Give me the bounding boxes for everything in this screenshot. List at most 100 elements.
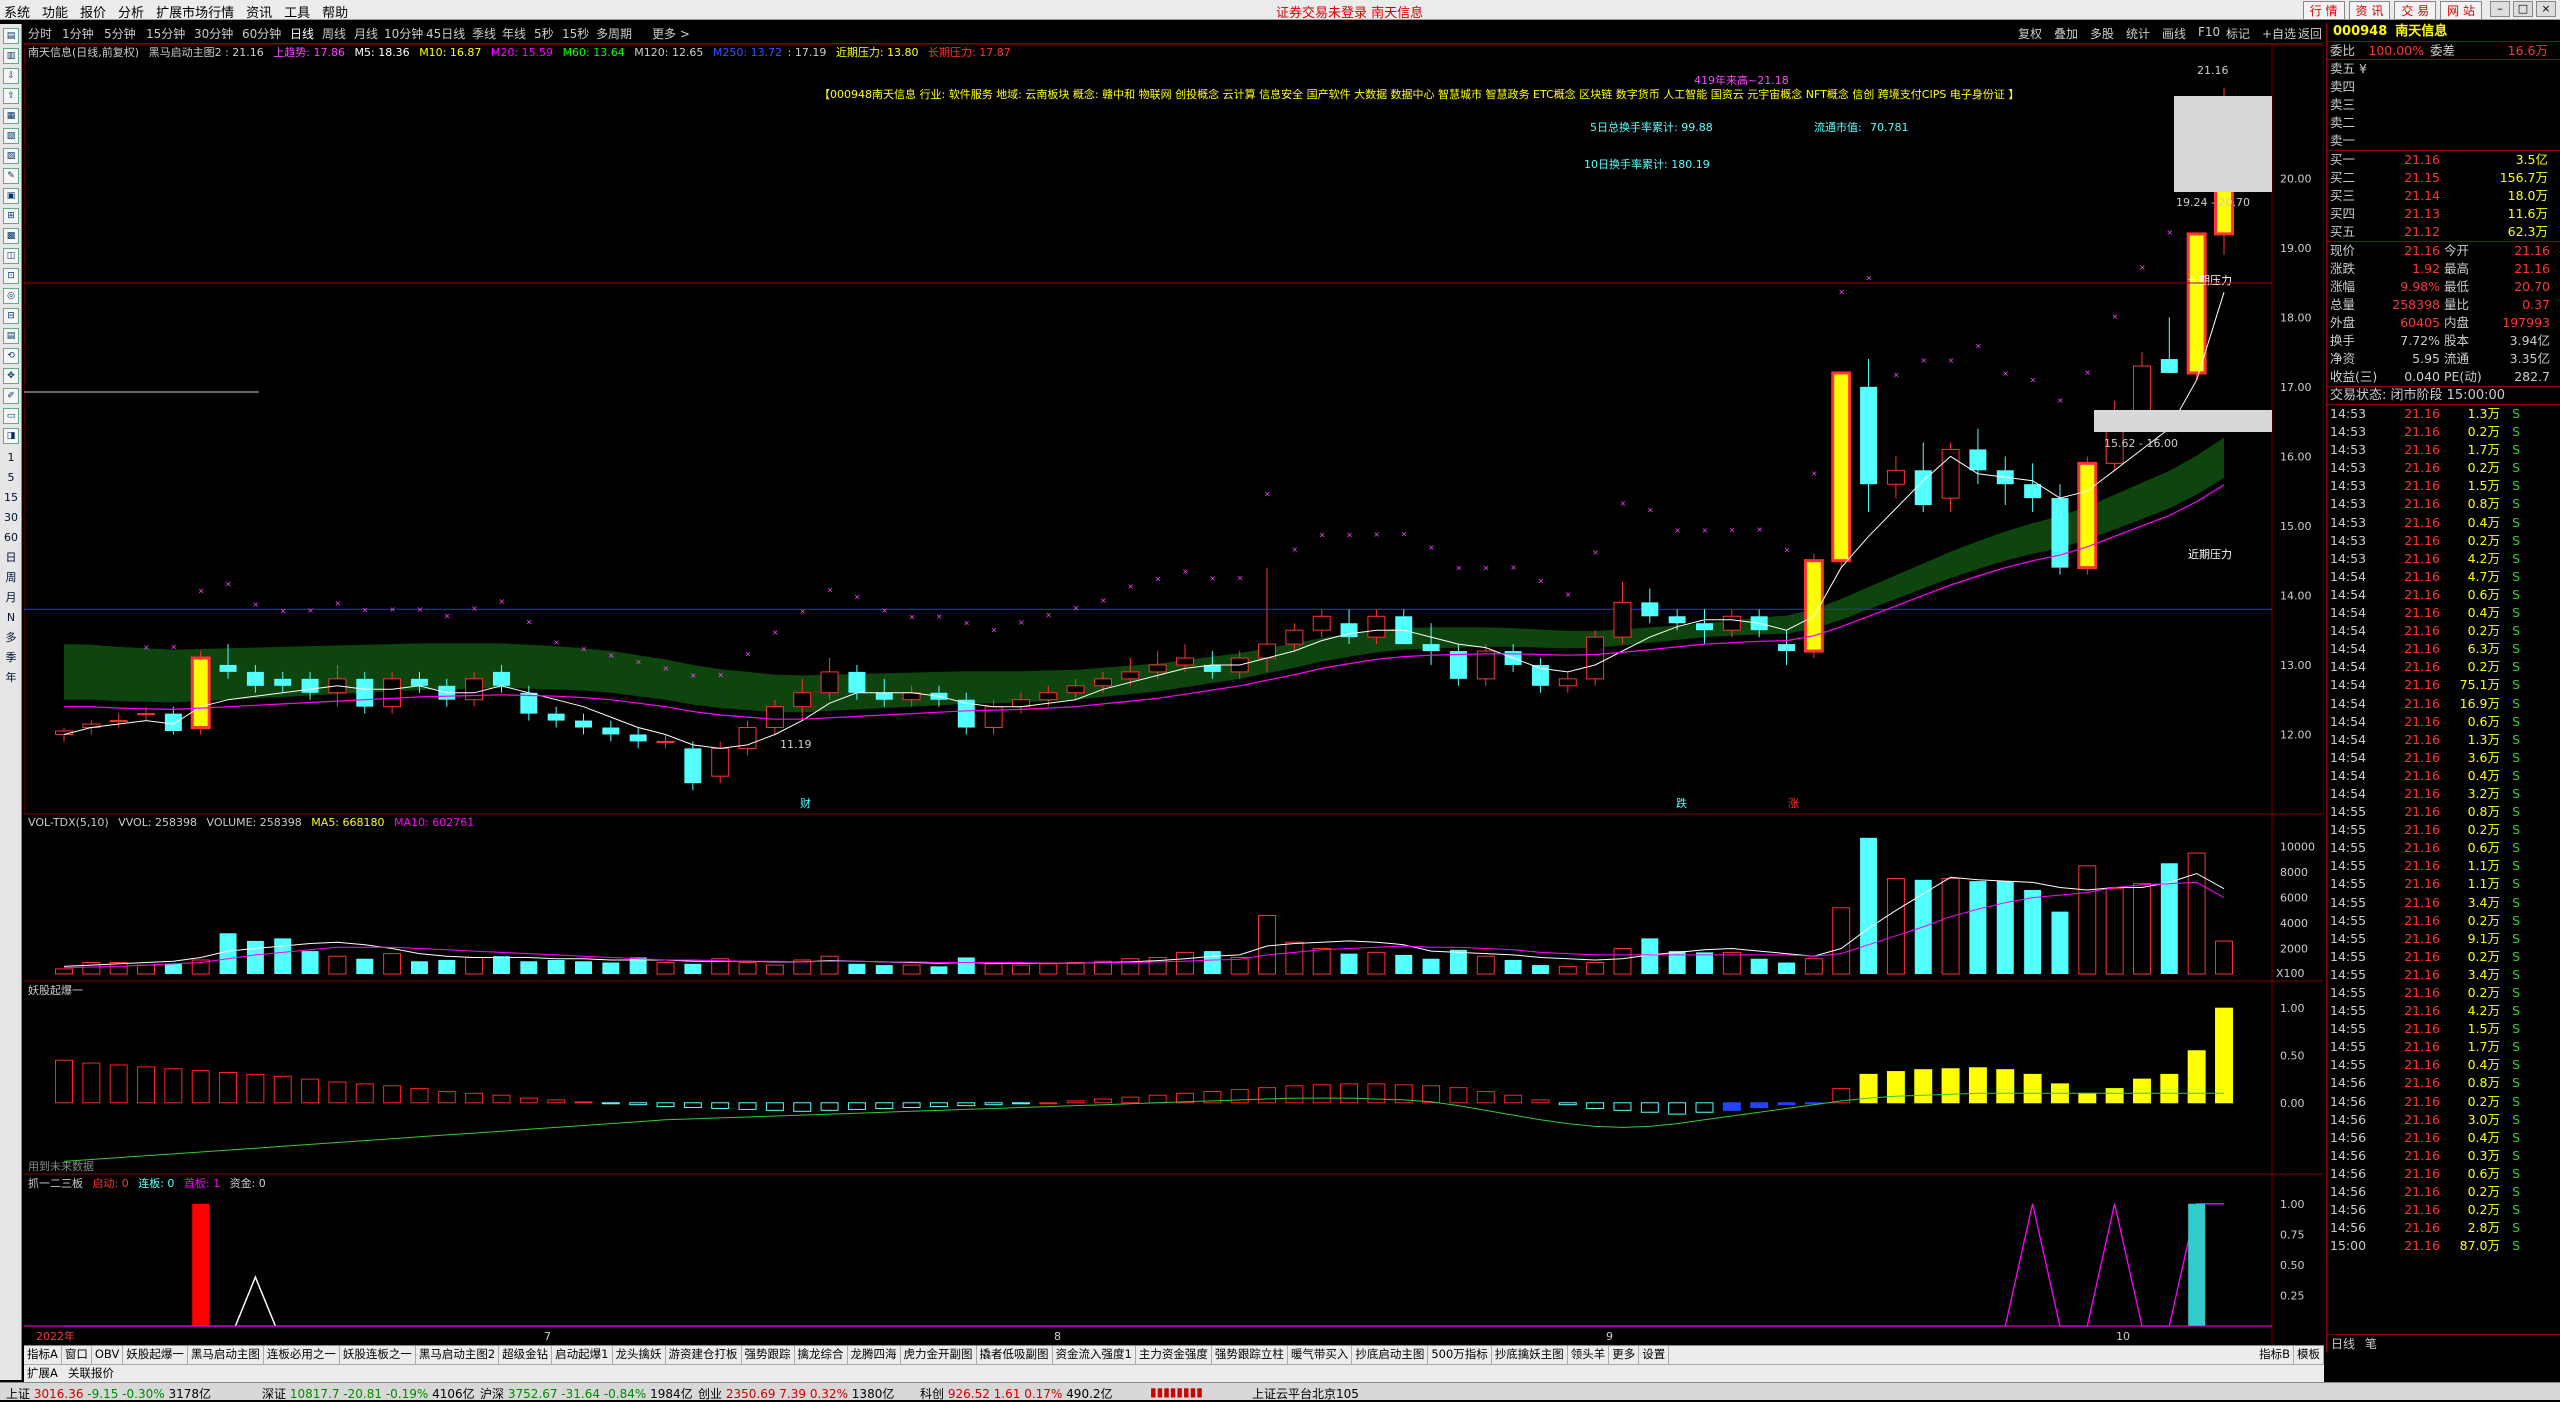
btn-mark[interactable]: 标记 bbox=[2226, 25, 2250, 42]
indicator-tab[interactable]: 黑马启动主图 bbox=[188, 1346, 264, 1364]
maximize-icon[interactable]: □ bbox=[2513, 1, 2533, 17]
indicator-tab[interactable]: 暖气带买入 bbox=[1288, 1346, 1353, 1364]
indicator-tab[interactable]: 指标A bbox=[24, 1346, 62, 1364]
period-tab[interactable]: 5秒 bbox=[534, 25, 554, 42]
period-multi[interactable]: 多 bbox=[0, 628, 22, 648]
btn-market[interactable]: 行 情 bbox=[2302, 1, 2345, 20]
tool-icon-21[interactable]: ◨ bbox=[3, 428, 19, 444]
period-tab-active[interactable]: 日线 bbox=[290, 25, 314, 42]
tool-icon-5[interactable]: ▦ bbox=[3, 108, 19, 124]
period-tab[interactable]: 60分钟 bbox=[242, 25, 281, 42]
period-month[interactable]: 月 bbox=[0, 588, 22, 608]
tool-icon-8[interactable]: ✎ bbox=[3, 168, 19, 184]
close-icon[interactable]: × bbox=[2536, 1, 2556, 17]
minimize-icon[interactable]: – bbox=[2490, 1, 2510, 17]
indicator-tab[interactable]: 抄底启动主图 bbox=[1352, 1346, 1429, 1364]
tool-icon-11[interactable]: ▩ bbox=[3, 228, 19, 244]
period-tab[interactable]: 15秒 bbox=[562, 25, 589, 42]
indicator-tab[interactable]: 黑马启动主图2 bbox=[416, 1346, 500, 1364]
chart-svg[interactable]: × × × × × × × × × × × × × × × × × × × × × × × × × × × × × × × × × × × × × × × ×… bbox=[23, 0, 2325, 1344]
period-15min[interactable]: 15 bbox=[0, 488, 22, 508]
period-tab[interactable]: 多周期 bbox=[596, 25, 632, 42]
period-30min[interactable]: 30 bbox=[0, 508, 22, 528]
indicator-tab[interactable]: 强势跟踪立柱 bbox=[1212, 1346, 1288, 1364]
indicator-tab[interactable]: 连板必用之一 bbox=[264, 1346, 340, 1364]
indicator-tab[interactable]: 窗口 bbox=[62, 1346, 92, 1364]
menu-help[interactable]: 帮助 bbox=[322, 2, 348, 21]
period-year[interactable]: 年 bbox=[0, 668, 22, 688]
chart-area[interactable]: × × × × × × × × × × × × × × × × × × × × × × × × × × × × × × × × × × × × × × × ×… bbox=[23, 0, 2325, 1344]
period-tab[interactable]: 10分钟 bbox=[384, 25, 423, 42]
tool-icon-3[interactable]: ⇩ bbox=[3, 68, 19, 84]
indicator-tab-right[interactable]: 指标B bbox=[2256, 1346, 2294, 1364]
period-1min[interactable]: 1 bbox=[0, 448, 22, 468]
period-60min[interactable]: 60 bbox=[0, 528, 22, 548]
tool-icon-16[interactable]: ▤ bbox=[3, 328, 19, 344]
period-tab[interactable]: 30分钟 bbox=[194, 25, 233, 42]
panel-tab-bi[interactable]: 笔 bbox=[2365, 1335, 2377, 1352]
period-tab[interactable]: 季线 bbox=[472, 25, 496, 42]
btn-back[interactable]: 返回 bbox=[2298, 25, 2322, 42]
indicator-tab[interactable]: 龙腾四海 bbox=[848, 1346, 901, 1364]
indicator-tab[interactable]: 500万指标 bbox=[1428, 1346, 1492, 1364]
indicator-tab[interactable]: 强势跟踪 bbox=[742, 1346, 795, 1364]
tool-icon-18[interactable]: ✥ bbox=[3, 368, 19, 384]
tool-icon-6[interactable]: ▧ bbox=[3, 128, 19, 144]
indicator-tab[interactable]: 龙头擒妖 bbox=[613, 1346, 666, 1364]
indicator-tab[interactable]: 虎力金开副图 bbox=[901, 1346, 977, 1364]
tool-icon-17[interactable]: ⟲ bbox=[3, 348, 19, 364]
indicator-tab[interactable]: 主力资金强度 bbox=[1136, 1346, 1212, 1364]
menu-tools[interactable]: 工具 bbox=[284, 2, 310, 21]
indicator-tab[interactable]: 擒龙综合 bbox=[795, 1346, 848, 1364]
menu-system[interactable]: 系统 bbox=[4, 2, 30, 21]
indicator-tab[interactable]: 抄底擒妖主图 bbox=[1492, 1346, 1568, 1364]
tool-icon-1[interactable]: ▤ bbox=[3, 28, 19, 44]
tool-icon-2[interactable]: ▥ bbox=[3, 48, 19, 64]
btn-overlay[interactable]: 叠加 bbox=[2054, 25, 2078, 42]
period-tab[interactable]: 分时 bbox=[28, 25, 52, 42]
indicator-tab[interactable]: 领头羊 bbox=[1568, 1346, 1610, 1364]
tool-icon-19[interactable]: ✐ bbox=[3, 388, 19, 404]
indicator-tab[interactable]: 超级金钻 bbox=[499, 1346, 553, 1364]
btn-f10[interactable]: F10 bbox=[2198, 25, 2220, 39]
more-periods[interactable]: 更多 > bbox=[652, 25, 690, 42]
indicator-tab[interactable]: 更多 bbox=[1609, 1346, 1640, 1364]
tool-icon-20[interactable]: ▭ bbox=[3, 408, 19, 424]
indicator-tab[interactable]: 撬者低吸副图 bbox=[977, 1346, 1053, 1364]
period-tab[interactable]: 5分钟 bbox=[104, 25, 136, 42]
menu-news[interactable]: 资讯 bbox=[246, 2, 272, 21]
tool-icon-12[interactable]: ◫ bbox=[3, 248, 19, 264]
btn-stats[interactable]: 统计 bbox=[2126, 25, 2150, 42]
indicator-tab[interactable]: OBV bbox=[92, 1346, 124, 1364]
period-tab[interactable]: 15分钟 bbox=[146, 25, 185, 42]
tab-extension-a[interactable]: 扩展A bbox=[24, 1366, 61, 1380]
tool-icon-13[interactable]: ⊡ bbox=[3, 268, 19, 284]
btn-multi-stock[interactable]: 多股 bbox=[2090, 25, 2114, 42]
indicator-tab-right[interactable]: 模板 bbox=[2294, 1346, 2324, 1364]
indicator-tab[interactable]: 资金流入强度1 bbox=[1053, 1346, 1136, 1364]
period-tab[interactable]: 月线 bbox=[354, 25, 378, 42]
btn-restore-right[interactable]: 复权 bbox=[2018, 25, 2042, 42]
menu-quote[interactable]: 报价 bbox=[80, 2, 106, 21]
tool-icon-15[interactable]: ⊟ bbox=[3, 308, 19, 324]
panel-tab-day[interactable]: 日线 bbox=[2331, 1335, 2355, 1352]
tick-list[interactable]: 14:53 21.16 1.3万 S 14:53 21.16 0.2万 S 14:53 21.16… bbox=[2327, 405, 2560, 1255]
indicator-tab[interactable]: 设置 bbox=[1639, 1346, 1670, 1364]
btn-site[interactable]: 网 站 bbox=[2440, 1, 2482, 20]
btn-draw[interactable]: 画线 bbox=[2162, 25, 2186, 42]
period-tab[interactable]: 1分钟 bbox=[62, 25, 94, 42]
period-tab[interactable]: 45日线 bbox=[426, 25, 465, 42]
menu-analysis[interactable]: 分析 bbox=[118, 2, 144, 21]
tab-related-quote[interactable]: 关联报价 bbox=[65, 1366, 117, 1380]
menu-function[interactable]: 功能 bbox=[42, 2, 68, 21]
period-quarter[interactable]: 季 bbox=[0, 648, 22, 668]
btn-add-watch[interactable]: +自选 bbox=[2262, 25, 2296, 42]
menu-extended-market[interactable]: 扩展市场行情 bbox=[156, 2, 234, 21]
period-day[interactable]: 日 bbox=[0, 548, 22, 568]
btn-trade[interactable]: 交 易 bbox=[2394, 1, 2437, 20]
indicator-tab[interactable]: 妖股起爆一 bbox=[123, 1346, 188, 1364]
tool-icon-4[interactable]: ⇧ bbox=[3, 88, 19, 104]
period-5min[interactable]: 5 bbox=[0, 468, 22, 488]
tool-icon-14[interactable]: ◎ bbox=[3, 288, 19, 304]
tool-icon-10[interactable]: ⊞ bbox=[3, 208, 19, 224]
